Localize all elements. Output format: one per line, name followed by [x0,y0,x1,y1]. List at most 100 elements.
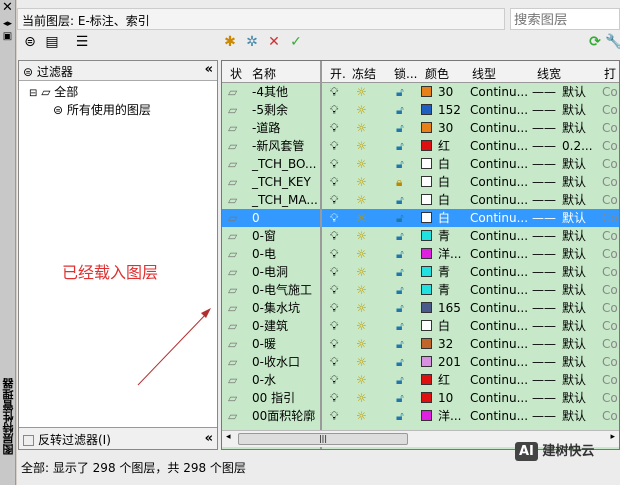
lineweight[interactable]: 默认 [562,173,586,191]
table-row[interactable]: ▱ -5剩余 💡︎ ☼ 🔓︎ 152 Continu... —— 默认 Co [222,101,619,119]
lineweight[interactable]: 默认 [562,389,586,407]
linetype[interactable]: Continu... [470,371,528,389]
plot-style[interactable]: Co [602,317,618,335]
sun-icon[interactable]: ☼ [356,101,367,119]
bulb-icon[interactable]: 💡︎ [330,299,338,317]
color-swatch[interactable] [421,176,432,187]
invert-filter[interactable]: 反转过滤器(I) « [19,427,217,449]
lineweight[interactable]: 默认 [562,155,586,173]
unlock-icon[interactable]: 🔓︎ [396,101,404,119]
col-plot[interactable]: 打 [604,65,616,82]
plot-style[interactable]: Co [602,191,618,209]
lineweight[interactable]: 默认 [562,101,586,119]
autohide-icon[interactable]: ◂▸ [0,19,15,29]
plot-style[interactable]: Co [602,137,618,155]
layer-name[interactable]: _TCH_MA... [252,191,318,209]
table-row[interactable]: ▱ 0-电气施工 💡︎ ☼ 🔓︎ 青 Continu... —— 默认 Co [222,281,619,299]
new-layer-frozen-icon[interactable]: ✲ [242,33,262,51]
color-label[interactable]: 白 [438,155,450,173]
color-swatch[interactable] [421,248,432,259]
color-label[interactable]: 白 [438,209,450,227]
color-label[interactable]: 30 [438,83,453,101]
sun-icon[interactable]: ☼ [356,335,367,353]
table-row[interactable]: ▱ 0-集水坑 💡︎ ☼ 🔓︎ 165 Continu... —— 默认 Co [222,299,619,317]
unlock-icon[interactable]: 🔓︎ [396,299,404,317]
bulb-icon[interactable]: 💡︎ [330,227,338,245]
delete-layer-icon[interactable]: ✕ [264,33,284,51]
color-label[interactable]: 30 [438,119,453,137]
color-swatch[interactable] [421,86,432,97]
linetype[interactable]: Continu... [470,101,528,119]
linetype[interactable]: Continu... [470,317,528,335]
table-row[interactable]: ▱ _TCH_KEY 💡︎ ☼ 🔒︎ 白 Continu... —— 默认 Co [222,173,619,191]
set-current-icon[interactable]: ✓ [286,33,306,51]
unlock-icon[interactable]: 🔓︎ [396,281,404,299]
linetype[interactable]: Continu... [470,155,528,173]
layer-name[interactable]: -4其他 [252,83,288,101]
col-on[interactable]: 开. [330,65,346,82]
color-swatch[interactable] [421,374,432,385]
sun-icon[interactable]: ☼ [356,263,367,281]
settings-icon[interactable]: 🔧 [604,33,620,51]
table-row[interactable]: ▱ 0-电洞 💡︎ ☼ 🔓︎ 青 Continu... —— 默认 Co [222,263,619,281]
sun-icon[interactable]: ☼ [356,317,367,335]
unlock-icon[interactable]: 🔓︎ [396,227,404,245]
tree-node-used[interactable]: ⊜ 所有使用的图层 [29,102,207,119]
bulb-icon[interactable]: 💡︎ [330,371,338,389]
unlock-icon[interactable]: 🔓︎ [396,263,404,281]
unlock-icon[interactable]: 🔓︎ [396,353,404,371]
plot-style[interactable]: Co [602,227,618,245]
layer-name[interactable]: _TCH_KEY [252,173,311,191]
unlock-icon[interactable]: 🔓︎ [396,245,404,263]
sun-icon[interactable]: ☼ [356,137,367,155]
layer-name[interactable]: 0-水 [252,371,276,389]
linetype[interactable]: Continu... [470,389,528,407]
layer-name[interactable]: 00面积轮廓 [252,407,315,425]
plot-style[interactable]: Co [602,389,618,407]
lineweight[interactable]: 默认 [562,227,586,245]
color-swatch[interactable] [421,392,432,403]
bulb-icon[interactable]: 💡︎ [330,119,338,137]
lineweight[interactable]: 默认 [562,83,586,101]
color-swatch[interactable] [421,266,432,277]
scroll-right-icon[interactable]: ▸ [610,432,615,442]
color-swatch[interactable] [421,158,432,169]
table-row[interactable]: ▱ 00面积轮廓 💡︎ ☼ 🔓︎ 洋... Continu... —— 默认 Co [222,407,619,425]
table-row[interactable]: ▱ 0 💡︎ ☼ 🔓︎ 白 Continu... —— 默认 Co [222,209,619,227]
layer-name[interactable]: 0-电气施工 [252,281,312,299]
sun-icon[interactable]: ☼ [356,299,367,317]
lineweight[interactable]: 默认 [562,281,586,299]
color-label[interactable]: 10 [438,389,453,407]
plot-style[interactable]: Co [602,245,618,263]
linetype[interactable]: Continu... [470,263,528,281]
lineweight[interactable]: 默认 [562,191,586,209]
table-row[interactable]: ▱ 0-暖 💡︎ ☼ 🔓︎ 32 Continu... —— 默认 Co [222,335,619,353]
linetype[interactable]: Continu... [470,353,528,371]
tree-node-all[interactable]: ⊟ ▱ 全部 [29,84,207,102]
linetype[interactable]: Continu... [470,281,528,299]
unlock-icon[interactable]: 🔓︎ [396,209,404,227]
layer-name[interactable]: -道路 [252,119,280,137]
unlock-icon[interactable]: 🔓︎ [396,371,404,389]
bulb-icon[interactable]: 💡︎ [330,209,338,227]
table-row[interactable]: ▱ _TCH_MA... 💡︎ ☼ 🔓︎ 白 Continu... —— 默认 Co [222,191,619,209]
new-property-filter-icon[interactable]: ⊜ [20,33,40,51]
color-swatch[interactable] [421,122,432,133]
plot-style[interactable]: Co [602,209,618,227]
layer-name[interactable]: _TCH_BO... [252,155,316,173]
new-group-filter-icon[interactable]: ▤ [42,33,62,51]
lineweight[interactable]: 默认 [562,245,586,263]
plot-style[interactable]: Co [602,155,618,173]
unlock-icon[interactable]: 🔓︎ [396,119,404,137]
bulb-icon[interactable]: 💡︎ [330,101,338,119]
layer-name[interactable]: 00 指引 [252,389,295,407]
lineweight[interactable]: 默认 [562,335,586,353]
color-swatch[interactable] [421,320,432,331]
table-row[interactable]: ▱ -4其他 💡︎ ☼ 🔓︎ 30 Continu... —— 默认 Co [222,83,619,101]
color-label[interactable]: 32 [438,335,453,353]
sun-icon[interactable]: ☼ [356,281,367,299]
linetype[interactable]: Continu... [470,299,528,317]
plot-style[interactable]: Co [602,353,618,371]
collapse-icon[interactable]: « [205,431,213,446]
color-swatch[interactable] [421,410,432,421]
